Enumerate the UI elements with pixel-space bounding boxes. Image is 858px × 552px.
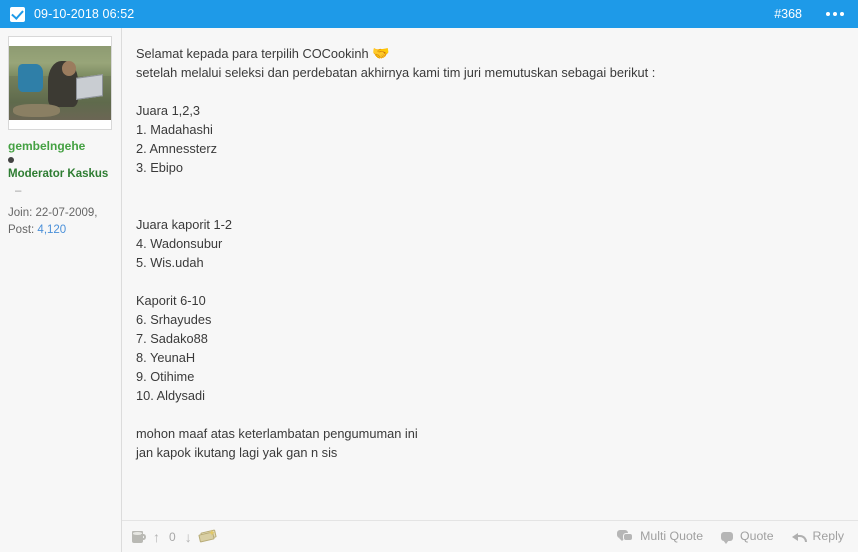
post-footer: ↑ 0 ↓ ✦ Multi Quote Quote Reply (122, 520, 858, 552)
post-header: 09-10-2018 06:52 #368 (0, 0, 858, 28)
post-footer-left: ↑ 0 ↓ ✦ (132, 529, 217, 544)
more-options-icon[interactable] (824, 8, 846, 20)
author-username[interactable]: gembelngehe (8, 139, 113, 153)
message-line: 8. YeunaH (136, 350, 196, 365)
author-post-count[interactable]: 4,120 (37, 224, 66, 236)
message-line: 5. Wis.udah (136, 255, 204, 270)
vote-count: 0 (169, 529, 176, 544)
reply-label: Reply (812, 529, 844, 544)
author-join-date: Join: 22-07-2009, (8, 206, 98, 219)
multi-speech-bubble-icon (617, 530, 634, 542)
message-line: setelah melalui seleksi dan perdebatan a… (136, 65, 656, 80)
message-line: 9. Otihime (136, 369, 195, 384)
message-line: 2. Amnessterz (136, 141, 218, 156)
author-title: Moderator Kaskus (8, 168, 109, 181)
message-line: 3. Ebipo (136, 160, 183, 175)
post-number[interactable]: #368 (774, 8, 802, 21)
speech-bubble-icon (721, 531, 734, 544)
message-line: Juara kaporit 1-2 (136, 217, 233, 232)
multi-quote-label: Multi Quote (640, 529, 704, 544)
post-date: 09-10-2018 06:52 (34, 6, 135, 21)
message-line: Juara 1,2,3 (136, 103, 201, 118)
author-divider-dash: – (15, 185, 22, 198)
message-line: Selamat kepada para terpilih COCookinh 🤝 (136, 45, 390, 61)
message-line: 1. Madahashi (136, 122, 213, 137)
post-content: Selamat kepada para terpilih COCookinh 🤝… (122, 28, 858, 552)
post-header-left: 09-10-2018 06:52 (10, 6, 135, 22)
online-status-dot (8, 157, 14, 164)
post-header-right: #368 (774, 8, 846, 21)
author-post-count-row: Post: 4,120 (8, 222, 113, 239)
reply-arrow-icon (791, 530, 807, 543)
cash-reputation-icon[interactable]: ✦ (197, 529, 217, 543)
author-post-label: Post: (8, 223, 35, 236)
message-line (136, 177, 844, 196)
arrow-up-icon[interactable]: ↑ (153, 530, 160, 544)
post-message: Selamat kepada para terpilih COCookinh 🤝… (122, 28, 858, 520)
mug-icon[interactable] (132, 530, 146, 543)
post-body: gembelngehe Moderator Kaskus – Join: 22-… (0, 28, 858, 552)
quote-button[interactable]: Quote (721, 529, 774, 544)
checkbox-checked-icon[interactable] (10, 6, 25, 22)
message-line (136, 405, 844, 424)
author-meta: Join: 22-07-2009, Post: 4,120 (8, 205, 113, 238)
message-line: 7. Sadako88 (136, 331, 208, 346)
reply-button[interactable]: Reply (791, 529, 844, 544)
author-sidebar: gembelngehe Moderator Kaskus – Join: 22-… (0, 28, 122, 552)
message-line: 10. Aldysadi (136, 388, 206, 403)
message-line: jan kapok ikutang lagi yak gan n sis (136, 445, 338, 460)
quote-label: Quote (740, 529, 774, 544)
message-line (136, 196, 844, 215)
forum-post: 09-10-2018 06:52 #368 gembelngehe Modera… (0, 0, 858, 552)
message-line: 4. Wadonsubur (136, 236, 223, 251)
message-line: Kaporit 6-10 (136, 293, 206, 308)
avatar[interactable] (8, 36, 112, 130)
arrow-down-icon[interactable]: ↓ (185, 530, 192, 544)
message-line: mohon maaf atas keterlambatan pengumuman… (136, 426, 418, 441)
multi-quote-button[interactable]: Multi Quote (617, 529, 704, 544)
post-footer-right: Multi Quote Quote Reply (617, 529, 844, 544)
message-line (136, 272, 844, 291)
handshake-emoji: 🤝 (372, 45, 390, 61)
avatar-photo (9, 46, 111, 120)
message-line (136, 82, 844, 101)
message-line: 6. Srhayudes (136, 312, 212, 327)
